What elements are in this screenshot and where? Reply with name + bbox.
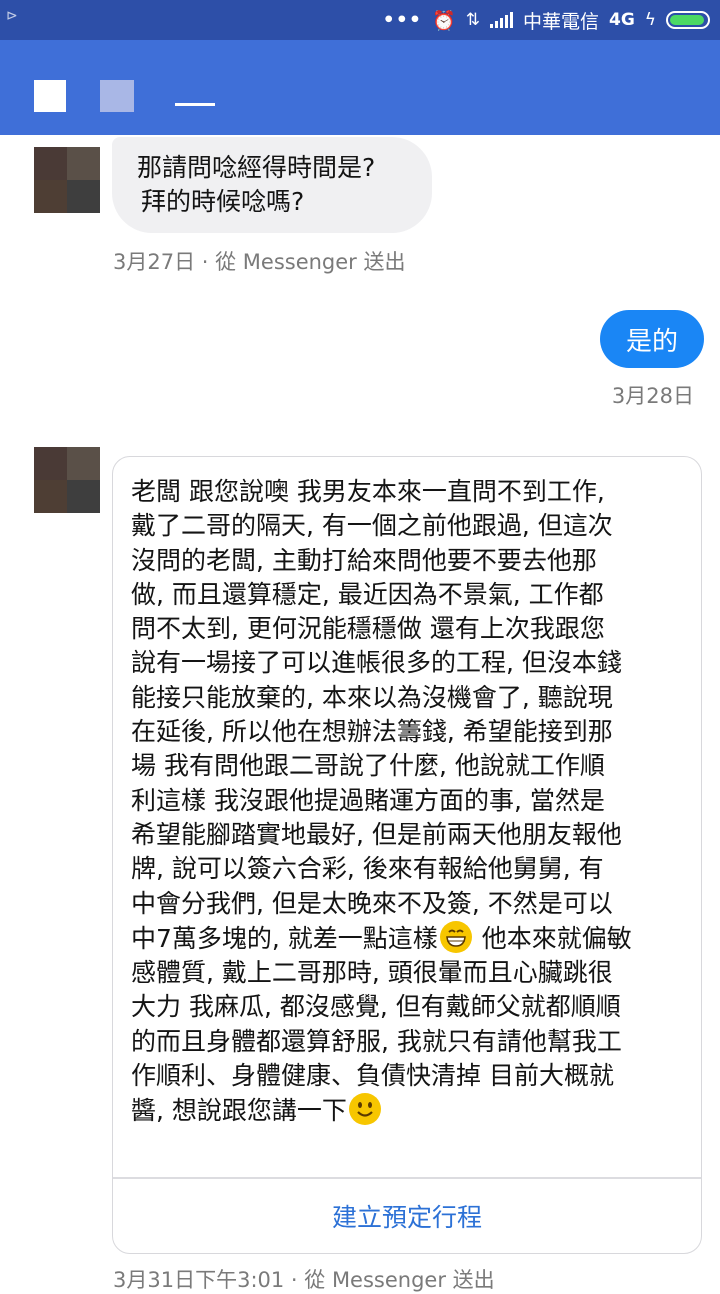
message-text: 是的: [625, 326, 678, 357]
battery-icon: [666, 11, 710, 29]
carrier-name: 中華電信: [522, 10, 599, 33]
message-text-part: 老闆 跟您說噢 我男友本來一直問不到工作, 戴了二哥的隔天, 有一個之前他跟過,…: [131, 477, 622, 953]
message-text: 老闆 跟您說噢 我男友本來一直問不到工作, 戴了二哥的隔天, 有一個之前他跟過,…: [131, 475, 691, 1129]
message-timestamp: 3月28日: [611, 384, 694, 408]
charging-icon: ϟ: [644, 10, 656, 30]
create-schedule-button[interactable]: 建立預定行程: [113, 1179, 701, 1253]
redacted-contact-name: [175, 103, 215, 106]
outgoing-message-bubble[interactable]: 是的: [600, 310, 704, 368]
redacted-back-area[interactable]: [34, 80, 66, 112]
status-bar: ⊳ ••• ⏰ ⇅ 中華電信 4G ϟ: [0, 0, 720, 40]
signal-strength-icon: [489, 12, 513, 28]
network-type: 4G: [608, 10, 635, 30]
message-line: 那請問唸經得時間是?: [137, 153, 376, 182]
contact-avatar[interactable]: [34, 447, 100, 513]
message-text-part: 他本來就偏敏 感體質, 戴上二哥那時, 頭很暈而且心臟跳很 大力 我麻瓜, 都沒…: [131, 923, 632, 1126]
status-icons: ••• ⏰ ⇅ 中華電信 4G ϟ: [383, 6, 710, 34]
status-left-icon: ⊳: [6, 8, 18, 24]
incoming-message-card[interactable]: 老闆 跟您說噢 我男友本來一直問不到工作, 戴了二哥的隔天, 有一個之前他跟過,…: [112, 456, 702, 1254]
message-timestamp: 3月27日 · 從 Messenger 送出: [113, 250, 406, 274]
incoming-message-bubble[interactable]: 那請問唸經得時間是? 拜的時候唸嗎?: [112, 137, 432, 233]
message-timestamp: 3月31日下午3:01 · 從 Messenger 送出: [113, 1268, 495, 1292]
message-line: 拜的時候唸嗎?: [141, 187, 305, 216]
data-transfer-icon: ⇅: [465, 10, 480, 30]
grinning-emoji-icon: [439, 920, 472, 953]
smiling-emoji-icon: [348, 1093, 381, 1126]
alarm-icon: ⏰: [432, 9, 456, 32]
redacted-contact-avatar[interactable]: [100, 80, 134, 112]
conversation-header: [0, 40, 720, 135]
more-notifications-icon: •••: [382, 9, 423, 31]
contact-avatar[interactable]: [34, 147, 100, 213]
